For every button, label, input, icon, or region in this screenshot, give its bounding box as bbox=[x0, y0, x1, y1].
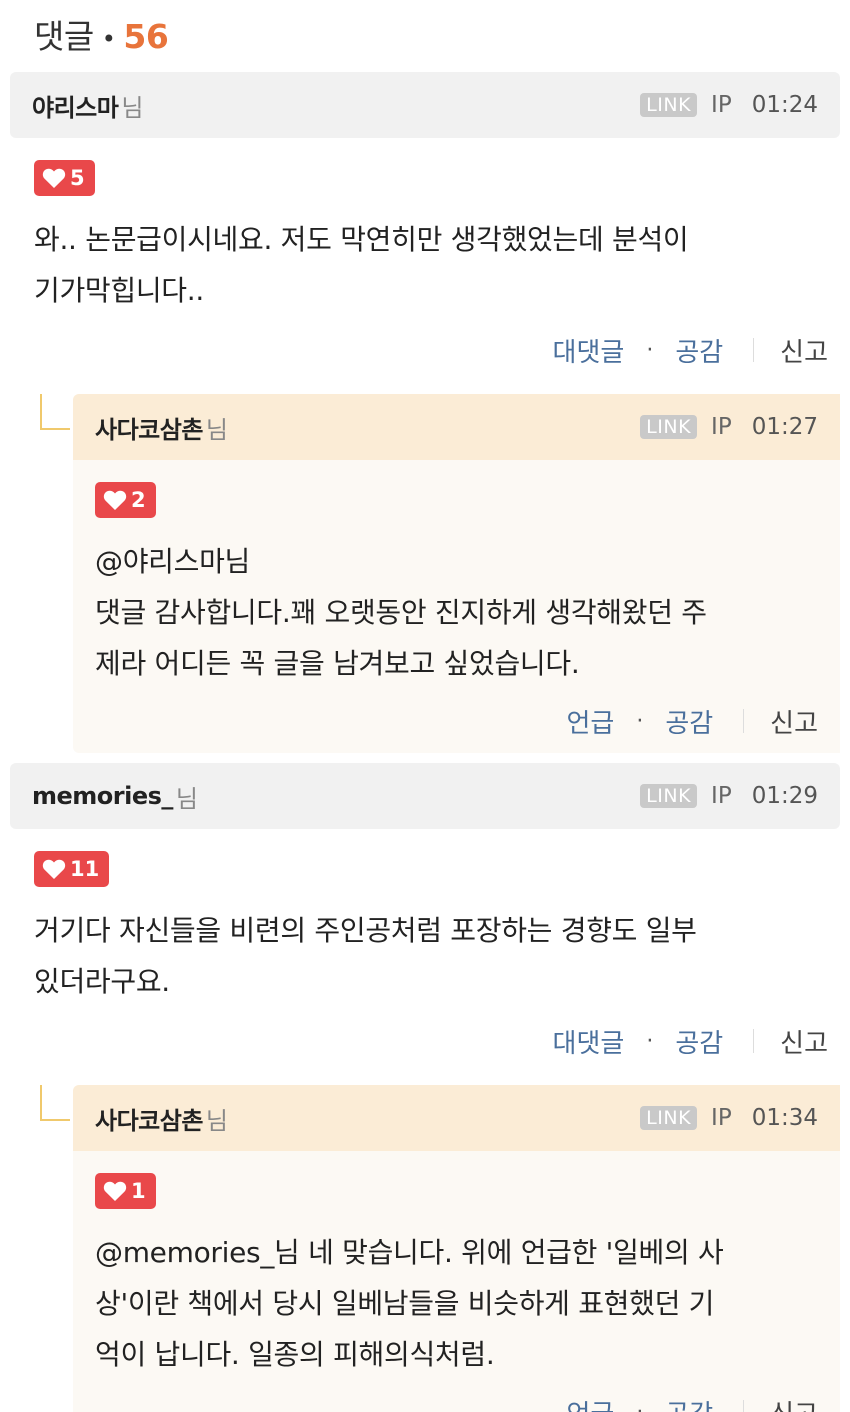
comment-meta: LINK IP 01:29 bbox=[640, 783, 818, 809]
reply-card: 사다코삼촌 님 LINK IP 01:34 1 @memories_님 네 맞습… bbox=[73, 1085, 840, 1412]
comment-header: memories_ 님 LINK IP 01:29 bbox=[10, 763, 840, 829]
comment-time: 01:27 bbox=[751, 414, 818, 440]
divider bbox=[743, 1400, 745, 1412]
link-badge[interactable]: LINK bbox=[640, 93, 698, 117]
report-button[interactable]: 신고 bbox=[780, 332, 828, 369]
report-button[interactable]: 신고 bbox=[770, 1394, 818, 1412]
mention-button[interactable]: 언급 bbox=[566, 703, 614, 740]
like-badge[interactable]: 11 bbox=[34, 851, 110, 887]
mention-link[interactable]: @야리스마님 bbox=[95, 536, 818, 587]
comment-text-line: 거기다 자신들을 비련의 주인공처럼 포장하는 경향도 일부 bbox=[34, 914, 697, 947]
reply-connector bbox=[40, 1085, 70, 1121]
mention-link[interactable]: @memories_ bbox=[95, 1236, 274, 1269]
comment-header: 사다코삼촌 님 LINK IP 01:27 bbox=[73, 394, 840, 460]
separator-dot: · bbox=[636, 1399, 644, 1412]
comment-body: 2 @야리스마님 댓글 감사합니다.꽤 오랫동안 진지하게 생각해왔던 주 제라… bbox=[73, 460, 840, 689]
reply-button[interactable]: 대댓글 bbox=[553, 332, 625, 369]
comment-body: 1 @memories_님 네 맞습니다. 위에 언급한 '일베의 사 상'이란… bbox=[73, 1151, 840, 1380]
like-count: 11 bbox=[70, 857, 100, 881]
comment-body: 11 거기다 자신들을 비련의 주인공처럼 포장하는 경향도 일부 있더라구요. bbox=[0, 829, 850, 1007]
empathy-button[interactable]: 공감 bbox=[665, 1394, 713, 1412]
ip-label: IP bbox=[711, 783, 732, 809]
like-count: 5 bbox=[70, 166, 85, 190]
comments-page: 댓글 • 56 야리스마 님 LINK IP 01:24 5 와.. 논문급이시네요… bbox=[0, 0, 850, 1412]
author-suffix: 님 bbox=[205, 415, 228, 444]
report-button[interactable]: 신고 bbox=[770, 703, 818, 740]
comments-title: 댓글 bbox=[34, 17, 94, 56]
link-badge[interactable]: LINK bbox=[640, 784, 698, 808]
heart-icon bbox=[103, 1181, 127, 1201]
comment-time: 01:29 bbox=[751, 783, 818, 809]
comment-actions: 언급 · 공감 신고 bbox=[73, 689, 840, 753]
author-suffix: 님 bbox=[205, 1106, 228, 1135]
divider bbox=[753, 338, 755, 362]
comment-text: 거기다 자신들을 비련의 주인공처럼 포장하는 경향도 일부 있더라구요. bbox=[34, 905, 816, 1007]
comment-text-line: 와.. 논문급이시네요. 저도 막연히만 생각했었는데 분석이 bbox=[34, 223, 689, 256]
heart-icon bbox=[42, 859, 66, 879]
empathy-button[interactable]: 공감 bbox=[665, 703, 713, 740]
comment: 야리스마 님 LINK IP 01:24 5 와.. 논문급이시네요. 저도 막… bbox=[0, 72, 850, 380]
like-count: 1 bbox=[131, 1179, 146, 1203]
comment-count: 56 bbox=[123, 17, 169, 56]
empathy-button[interactable]: 공감 bbox=[675, 1023, 723, 1060]
ip-label: IP bbox=[711, 1105, 732, 1131]
comment-text-line: 제라 어디든 꼭 글을 남겨보고 싶었습니다. bbox=[95, 647, 580, 680]
comment-author[interactable]: 야리스마 bbox=[32, 88, 119, 123]
comment-body: 5 와.. 논문급이시네요. 저도 막연히만 생각했었는데 분석이 기가막힙니다… bbox=[0, 138, 850, 316]
reply-card: 사다코삼촌 님 LINK IP 01:27 2 @야리스마님 댓글 감사합니다.… bbox=[73, 394, 840, 753]
like-badge[interactable]: 2 bbox=[95, 482, 156, 518]
reply-connector bbox=[40, 394, 70, 430]
mention-button[interactable]: 언급 bbox=[566, 1394, 614, 1412]
comments-header: 댓글 • 56 bbox=[0, 0, 850, 72]
empathy-button[interactable]: 공감 bbox=[675, 332, 723, 369]
author-suffix: 님 bbox=[175, 784, 198, 813]
comment-author[interactable]: 사다코삼촌 bbox=[95, 410, 203, 445]
like-badge[interactable]: 1 bbox=[95, 1173, 156, 1209]
comment-text: 와.. 논문급이시네요. 저도 막연히만 생각했었는데 분석이 기가막힙니다.. bbox=[34, 214, 816, 316]
comment-time: 01:24 bbox=[751, 92, 818, 118]
report-button[interactable]: 신고 bbox=[780, 1023, 828, 1060]
separator-dot: · bbox=[636, 708, 644, 734]
comment-header: 야리스마 님 LINK IP 01:24 bbox=[10, 72, 840, 138]
comment-author[interactable]: 사다코삼촌 bbox=[95, 1101, 203, 1136]
heart-icon bbox=[103, 490, 127, 510]
comment-text-line: 있더라구요. bbox=[34, 965, 170, 998]
reply-comment: 사다코삼촌 님 LINK IP 01:34 1 @memories_님 네 맞습… bbox=[0, 1085, 850, 1412]
comment-header: 사다코삼촌 님 LINK IP 01:34 bbox=[73, 1085, 840, 1151]
comment-author[interactable]: memories_ bbox=[32, 782, 173, 810]
comment-meta: LINK IP 01:27 bbox=[640, 414, 818, 440]
heart-icon bbox=[42, 168, 66, 188]
author-suffix: 님 bbox=[121, 93, 144, 122]
comment-text-line: 댓글 감사합니다.꽤 오랫동안 진지하게 생각해왔던 주 bbox=[95, 596, 707, 629]
comment-text-line: 억이 납니다. 일종의 피해의식처럼. bbox=[95, 1338, 495, 1371]
comment-actions: 언급 · 공감 신고 bbox=[73, 1380, 840, 1412]
comment-text: @memories_님 네 맞습니다. 위에 언급한 '일베의 사 상'이란 책… bbox=[95, 1227, 818, 1380]
comment-text-line: 기가막힙니다.. bbox=[34, 274, 204, 307]
comment-meta: LINK IP 01:34 bbox=[640, 1105, 818, 1131]
reply-button[interactable]: 대댓글 bbox=[553, 1023, 625, 1060]
comment-meta: LINK IP 01:24 bbox=[640, 92, 818, 118]
divider bbox=[743, 709, 745, 733]
comment-text-line: 상'이란 책에서 당시 일베남들을 비슷하게 표현했던 기 bbox=[95, 1287, 715, 1320]
comment-actions: 대댓글 · 공감 신고 bbox=[0, 1011, 850, 1071]
divider bbox=[753, 1029, 755, 1053]
reply-comment: 사다코삼촌 님 LINK IP 01:27 2 @야리스마님 댓글 감사합니다.… bbox=[0, 394, 850, 753]
comment-text-line: 님 네 맞습니다. 위에 언급한 '일베의 사 bbox=[274, 1236, 724, 1269]
separator-dot: • bbox=[101, 24, 116, 53]
like-badge[interactable]: 5 bbox=[34, 160, 95, 196]
link-badge[interactable]: LINK bbox=[640, 1106, 698, 1130]
ip-label: IP bbox=[711, 414, 732, 440]
comment-text: @야리스마님 댓글 감사합니다.꽤 오랫동안 진지하게 생각해왔던 주 제라 어… bbox=[95, 536, 818, 689]
comment-time: 01:34 bbox=[751, 1105, 818, 1131]
ip-label: IP bbox=[711, 92, 732, 118]
separator-dot: · bbox=[646, 1028, 654, 1054]
comment: memories_ 님 LINK IP 01:29 11 거기다 자신들을 비련… bbox=[0, 763, 850, 1071]
like-count: 2 bbox=[131, 488, 146, 512]
separator-dot: · bbox=[646, 337, 654, 363]
comment-actions: 대댓글 · 공감 신고 bbox=[0, 320, 850, 380]
link-badge[interactable]: LINK bbox=[640, 415, 698, 439]
